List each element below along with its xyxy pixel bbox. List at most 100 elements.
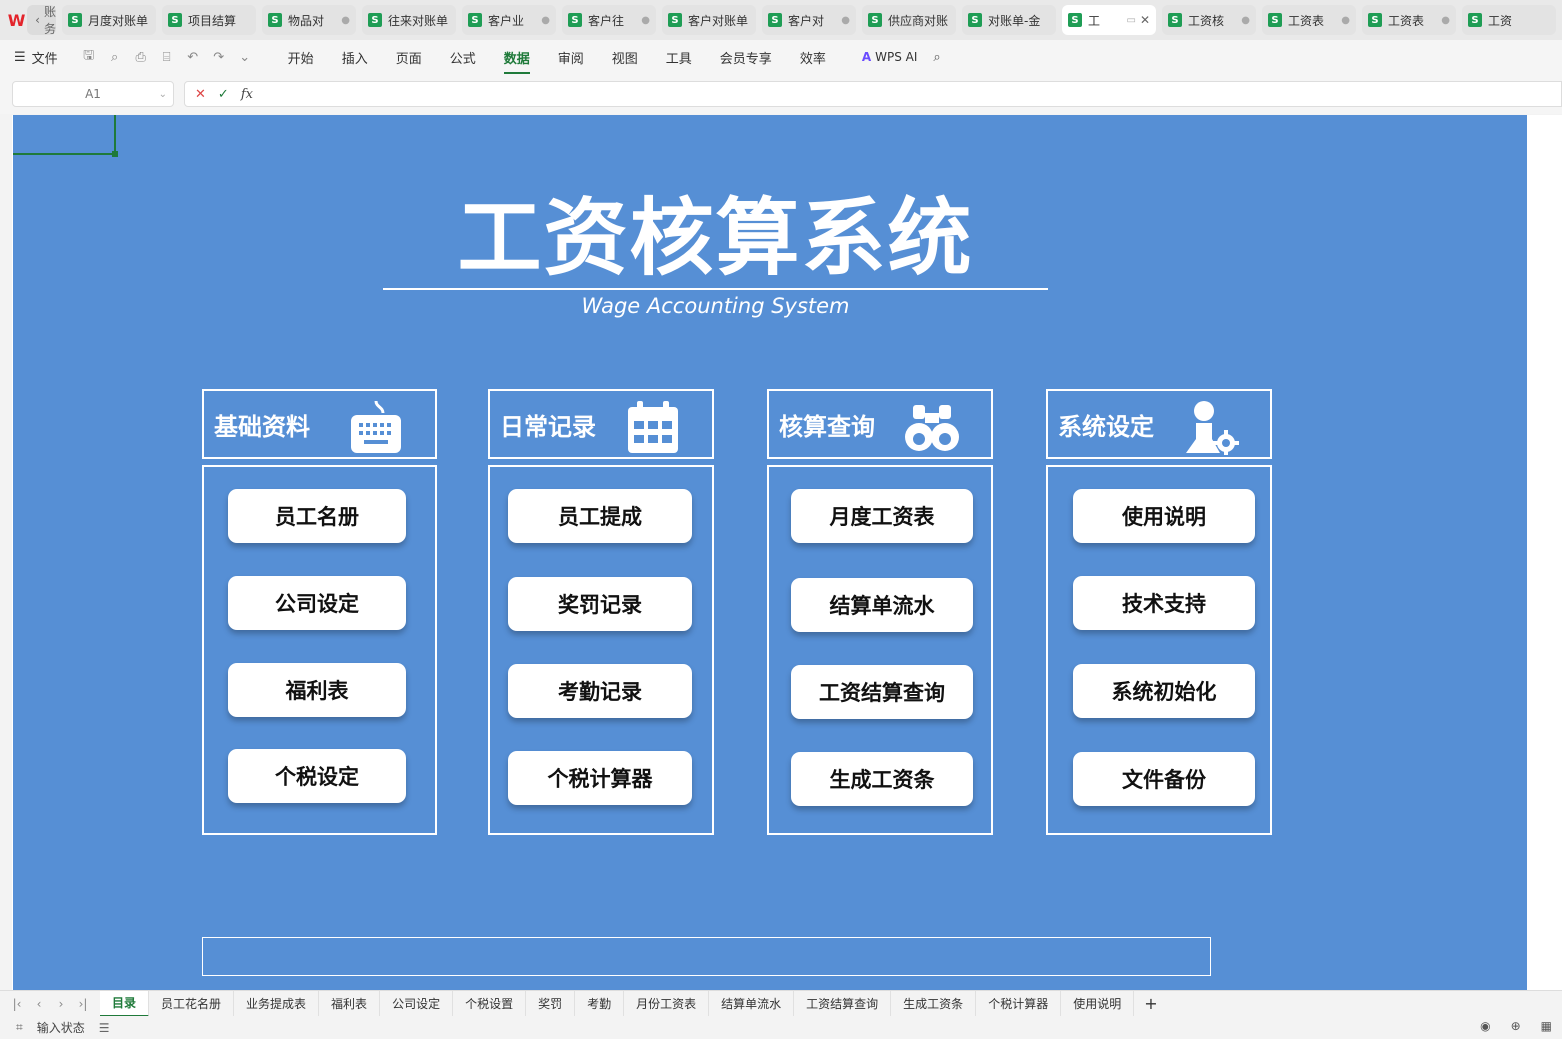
tax-settings-button[interactable]: 个税设定	[228, 749, 406, 803]
tab-label: 供应商对账	[888, 13, 949, 28]
tab-label: 客户业	[488, 13, 525, 28]
menu-item[interactable]: 会员专享	[720, 48, 772, 67]
wps-ai-button[interactable]: A WPS AI	[862, 50, 918, 64]
grid-view-icon[interactable]: ▦	[1541, 1019, 1552, 1033]
selected-cell[interactable]	[13, 115, 118, 157]
menu-item[interactable]: 审阅	[558, 48, 584, 67]
generate-payslip-button[interactable]: 生成工资条	[791, 752, 973, 806]
print-preview-icon[interactable]: ⌸	[154, 50, 180, 65]
menu-item[interactable]: 数据	[503, 48, 530, 74]
chevron-down-icon[interactable]: ⌄	[159, 89, 167, 100]
macro-icon[interactable]: ⌗	[16, 1020, 23, 1035]
insert-function-icon[interactable]: fx	[241, 87, 253, 102]
monthly-salary-button[interactable]: 月度工资表	[791, 489, 973, 543]
sheet-tab[interactable]: 福利表	[319, 990, 381, 1017]
spreadsheet-icon: S	[268, 13, 282, 27]
sheet-tab[interactable]: 月份工资表	[624, 990, 710, 1017]
document-tab[interactable]: S 物品对 ●	[262, 5, 356, 35]
document-tab[interactable]: S 月度对账单	[62, 5, 156, 35]
monitor-icon[interactable]: ▭	[1126, 15, 1135, 26]
chevron-down-icon[interactable]: ⌄	[232, 50, 258, 65]
next-sheet-icon[interactable]: ›	[50, 997, 72, 1011]
menu-item[interactable]: 视图	[612, 48, 638, 67]
format-painter-icon[interactable]: ⌕	[102, 50, 128, 65]
sheet-tab[interactable]: 个税计算器	[976, 990, 1062, 1017]
tab-label: 项目结算	[188, 13, 237, 28]
last-sheet-icon[interactable]: ›|	[72, 997, 94, 1011]
eye-icon[interactable]: ◉	[1480, 1019, 1490, 1033]
tax-calculator-button[interactable]: 个税计算器	[508, 751, 692, 805]
add-sheet-icon[interactable]: +	[1134, 994, 1167, 1013]
sheet-tab[interactable]: 工资结算查询	[794, 990, 892, 1017]
attendance-button[interactable]: 考勤记录	[508, 664, 692, 718]
menu-item[interactable]: 工具	[666, 48, 692, 67]
document-tab[interactable]: S 客户对 ●	[762, 5, 856, 35]
document-tab[interactable]: S 供应商对账	[862, 5, 956, 35]
document-tab[interactable]: S 工资表 ●	[1362, 5, 1456, 35]
document-tab[interactable]: S 客户业 ●	[462, 5, 556, 35]
tech-support-button[interactable]: 技术支持	[1073, 576, 1255, 630]
document-tab[interactable]: S 工资	[1462, 5, 1556, 35]
calendar-icon	[628, 401, 678, 453]
wps-logo-icon[interactable]: W	[6, 5, 27, 35]
first-sheet-icon[interactable]: |‹	[6, 997, 28, 1011]
view-mode-icon[interactable]: ⊕	[1511, 1019, 1521, 1033]
company-settings-button[interactable]: 公司设定	[228, 576, 406, 630]
menu-item[interactable]: 开始	[288, 48, 314, 67]
sheet-tab[interactable]: 个税设置	[453, 990, 527, 1017]
document-tab[interactable]: S 对账单-金	[962, 5, 1056, 35]
sheet-tab[interactable]: 目录	[100, 990, 150, 1017]
redo-icon[interactable]: ↷	[206, 50, 232, 65]
sheet-tab-bar: |‹ ‹ › ›| 目录 员工花名册 业务提成表 福利表 公司设定 个税设置 奖罚 考勤 月份工…	[0, 990, 1562, 1017]
file-backup-button[interactable]: 文件备份	[1073, 752, 1255, 806]
document-tab[interactable]: S 客户往 ●	[562, 5, 656, 35]
cancel-icon[interactable]: ✕	[195, 87, 206, 102]
tab-back-button[interactable]: ‹ 账务	[27, 5, 56, 36]
print-icon[interactable]: ⎙	[128, 50, 154, 65]
document-tab[interactable]: S 往来对账单	[362, 5, 456, 35]
reward-penalty-button[interactable]: 奖罚记录	[508, 577, 692, 631]
sheet-tab[interactable]: 奖罚	[526, 990, 576, 1017]
document-tab[interactable]: S 客户对账单	[662, 5, 756, 35]
user-guide-button[interactable]: 使用说明	[1073, 489, 1255, 543]
panel-title: 日常记录	[500, 412, 596, 441]
file-menu[interactable]: ☰ 文件	[14, 48, 58, 67]
panel-title: 基础资料	[214, 412, 310, 441]
page-title: 工资核算系统	[457, 189, 974, 287]
save-icon[interactable]: 🖫	[76, 46, 102, 68]
sheet-tab[interactable]: 生成工资条	[891, 990, 977, 1017]
panel-title: 核算查询	[779, 412, 875, 441]
menu-item[interactable]: 效率	[800, 48, 826, 67]
menu-item[interactable]: 页面	[396, 48, 422, 67]
prev-sheet-icon[interactable]: ‹	[28, 997, 50, 1011]
menu-item[interactable]: 插入	[342, 48, 368, 67]
notes-icon[interactable]: ☰	[99, 1021, 110, 1035]
employee-roster-button[interactable]: 员工名册	[228, 489, 406, 543]
footer-box	[202, 937, 1211, 976]
panel-body-accounting-query: 月度工资表 结算单流水 工资结算查询 生成工资条	[767, 465, 993, 835]
formula-input[interactable]: ✕ ✓ fx	[184, 81, 1562, 107]
confirm-icon[interactable]: ✓	[218, 87, 229, 102]
document-tab[interactable]: S 工资表 ●	[1262, 5, 1356, 35]
sheet-tab[interactable]: 员工花名册	[149, 990, 235, 1017]
undo-icon[interactable]: ↶	[180, 50, 206, 65]
search-icon[interactable]: ⌕	[933, 50, 940, 65]
document-tab[interactable]: S 工资核 ●	[1162, 5, 1256, 35]
settlement-flow-button[interactable]: 结算单流水	[791, 578, 973, 632]
menu-item[interactable]: 公式	[450, 48, 476, 67]
sheet-tab[interactable]: 公司设定	[380, 990, 454, 1017]
spreadsheet-icon: S	[1068, 13, 1082, 27]
sheet-tab[interactable]: 结算单流水	[709, 990, 795, 1017]
sheet-tab[interactable]: 使用说明	[1061, 990, 1135, 1017]
welfare-table-button[interactable]: 福利表	[228, 663, 406, 717]
panel-body-daily-records: 员工提成 奖罚记录 考勤记录 个税计算器	[488, 465, 714, 835]
sheet-tab[interactable]: 业务提成表	[234, 990, 320, 1017]
employee-commission-button[interactable]: 员工提成	[508, 489, 692, 543]
salary-query-button[interactable]: 工资结算查询	[791, 665, 973, 719]
sheet-tab[interactable]: 考勤	[575, 990, 625, 1017]
document-tab[interactable]: S 工 ▭ ✕	[1062, 5, 1156, 35]
document-tab[interactable]: S 项目结算	[162, 5, 256, 35]
close-icon[interactable]: ✕	[1140, 13, 1150, 27]
name-box[interactable]: A1 ⌄	[12, 81, 174, 107]
system-init-button[interactable]: 系统初始化	[1073, 664, 1255, 718]
